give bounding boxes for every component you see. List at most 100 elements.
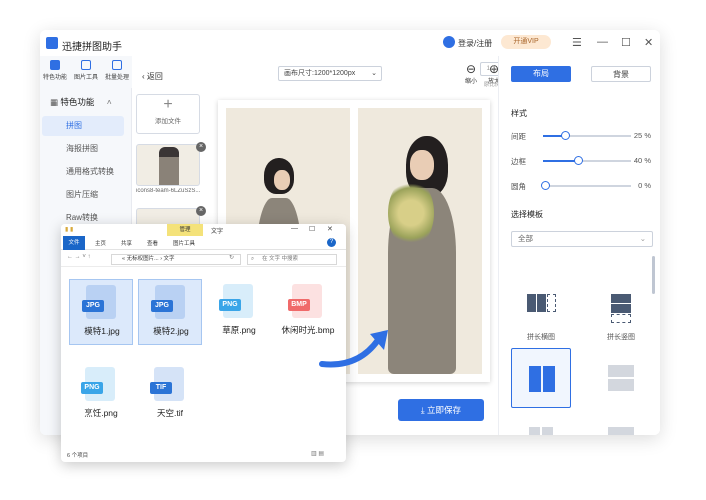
canvas-size-select[interactable]: 画布尺寸:1200*1200px ⌄ [278, 66, 382, 81]
view-mode-icon[interactable]: ▥ ▤ [311, 450, 324, 457]
file-name: 烹饪.png [84, 408, 118, 418]
template-grid-three[interactable] [511, 414, 571, 435]
template-block [611, 314, 631, 323]
explorer-maximize-icon[interactable]: ☐ [309, 225, 315, 233]
template-block [547, 294, 556, 312]
toolbar-featured[interactable]: 特色功能 [40, 59, 70, 81]
add-file-button[interactable]: + 添加文件 [136, 94, 200, 134]
template-scrollbar[interactable] [652, 256, 655, 294]
radius-slider[interactable] [541, 181, 631, 190]
address-bar[interactable]: « 无标权图片... › 文字 [111, 254, 241, 265]
tab-background[interactable]: 背景 [591, 66, 651, 82]
file-item[interactable]: PNG 烹饪.png [69, 362, 133, 428]
file-type-icon: PNG [219, 284, 253, 318]
sidebar-item-compress[interactable]: 图片压缩 [42, 185, 124, 205]
zoom-out-label: 缩小 [464, 79, 477, 85]
featured-grid-icon: ▦ [50, 97, 61, 107]
border-slider[interactable] [543, 156, 631, 165]
remove-thumbnail-icon[interactable]: × [196, 142, 206, 152]
spacing-unit: % [644, 131, 651, 140]
template-block [542, 427, 553, 435]
toolbar-batch-label: 批量处理 [104, 75, 129, 81]
save-label: 立即保存 [427, 405, 462, 415]
app-logo-icon [46, 37, 58, 49]
toolbar-image-tools[interactable]: 图片工具 [71, 59, 101, 81]
ribbon-context-label: 管理 [167, 224, 203, 236]
template-vertical[interactable] [591, 280, 651, 340]
template-split[interactable] [591, 414, 651, 435]
save-button[interactable]: ⤓ 立即保存 [398, 399, 484, 421]
help-icon[interactable]: ? [327, 238, 336, 247]
file-name: 模特2.jpg [153, 326, 189, 336]
settings-panel: 布局 背景 样式 间距 25 % 边框 40 % 圆角 0 % 选择模板 全部 … [498, 56, 660, 435]
file-type-icon: TIF [150, 367, 184, 401]
drag-arrow-icon [319, 330, 388, 368]
ribbon-tab-view[interactable]: 查看 [147, 239, 158, 247]
photo-figure [410, 150, 434, 180]
file-type-icon: BMP [288, 284, 322, 318]
refresh-icon[interactable]: ↻ [229, 254, 234, 261]
sidebar-item-poster[interactable]: 海报拼图 [42, 139, 124, 159]
border-label: 边框 [511, 157, 526, 166]
sidebar-item-collage[interactable]: 拼图 [42, 116, 124, 136]
border-unit: % [644, 156, 651, 165]
radius-value: 0 % [631, 181, 651, 190]
file-item[interactable]: JPG 模特2.jpg [138, 279, 202, 345]
file-type-badge: JPG [151, 300, 173, 312]
ribbon-tab-home[interactable]: 主页 [95, 239, 106, 247]
toolbar-batch[interactable]: 批量处理 [102, 59, 132, 81]
file-name: 模特1.jpg [84, 326, 120, 336]
file-explorer-window: ▮ ▮ 管理 文字 — ☐ ✕ 文件 主页 共享 查看 图片工具 ? ← → ˅… [61, 224, 346, 462]
template-block [543, 366, 555, 392]
tab-layout[interactable]: 布局 [511, 66, 571, 82]
user-avatar-icon[interactable] [443, 36, 455, 48]
sidebar-item-format[interactable]: 通用格式转换 [42, 162, 124, 182]
template-filter-select[interactable]: 全部 ⌄ [511, 231, 653, 247]
template-horizontal[interactable] [511, 280, 571, 340]
border-number: 40 [633, 156, 643, 165]
explorer-address-row: ← → ˅ ↑ « 无标权图片... › 文字 ↻ ⌕ 在 文字 中搜索 [61, 251, 346, 267]
template-block [608, 427, 634, 435]
search-icon: ⌕ [251, 256, 255, 262]
explorer-close-icon[interactable]: ✕ [327, 225, 333, 233]
thumbnail-caption: icons8-team-6LZuSzS... [136, 188, 201, 194]
ribbon-tab-share[interactable]: 共享 [121, 239, 132, 247]
remove-thumbnail-icon[interactable]: × [196, 206, 206, 216]
address-path: « 无标权图片... › 文字 [122, 256, 175, 262]
ribbon-tab-image-tools[interactable]: 图片工具 [173, 239, 195, 247]
grid-icon [50, 60, 60, 70]
template-two-rows[interactable] [591, 348, 651, 408]
vip-button[interactable]: 开通VIP [501, 35, 551, 49]
app-title: 迅捷拼图助手 [62, 42, 122, 53]
maximize-icon[interactable]: ☐ [621, 36, 631, 49]
function-toolbar: 特色功能 图片工具 批量处理 [40, 56, 132, 88]
toolbar-image-tools-label: 图片工具 [73, 75, 98, 81]
file-item[interactable]: TIF 天空.tif [138, 362, 202, 428]
template-block [608, 379, 634, 391]
minimize-icon[interactable]: — [597, 36, 608, 48]
back-button[interactable]: ‹ 返回 [142, 71, 163, 82]
spacing-slider[interactable] [543, 131, 631, 140]
add-file-label: 添加文件 [155, 118, 181, 125]
slider-knob[interactable] [541, 181, 550, 190]
template-block [537, 294, 546, 312]
explorer-search-input[interactable]: ⌕ 在 文字 中搜索 [247, 254, 337, 265]
file-item[interactable]: PNG 草原.png [207, 279, 271, 345]
close-icon[interactable]: ✕ [644, 36, 653, 49]
nav-arrows-icon[interactable]: ← → ˅ ↑ [67, 254, 91, 260]
login-button[interactable]: 登录/注册 [458, 38, 492, 49]
slider-knob[interactable] [561, 131, 570, 140]
ribbon-tab-file[interactable]: 文件 [63, 236, 85, 250]
thumbnail-1[interactable] [136, 144, 200, 186]
border-value: 40 % [631, 156, 651, 165]
sidebar-heading[interactable]: ▦ 特色功能 ˄ [50, 96, 112, 108]
template-two-columns[interactable] [511, 348, 571, 408]
photo-figure [274, 170, 290, 190]
file-item[interactable]: JPG 模特1.jpg [69, 279, 133, 345]
file-type-icon: PNG [81, 367, 115, 401]
thumbnail-photo [159, 147, 179, 185]
slider-knob[interactable] [574, 156, 583, 165]
chevron-down-icon: ⌄ [371, 70, 377, 77]
explorer-minimize-icon[interactable]: — [291, 225, 298, 232]
menu-icon[interactable]: ☰ [572, 36, 582, 49]
